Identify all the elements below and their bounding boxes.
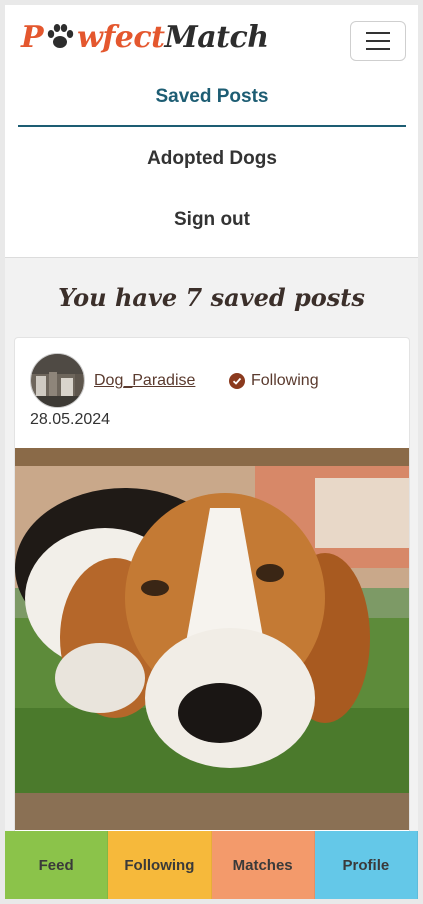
nav-item-sign-out[interactable]: Sign out [18, 191, 406, 249]
saved-posts-heading: You have 7 saved posts [58, 283, 365, 312]
post-date: 28.05.2024 [30, 411, 111, 428]
tab-following[interactable]: Following [108, 831, 212, 899]
tab-feed[interactable]: Feed [5, 831, 109, 899]
check-circle-icon [229, 373, 245, 389]
hamburger-menu-button[interactable] [350, 21, 406, 61]
post-card: Dog_Paradise Following 28.05.2024 [14, 337, 410, 899]
hamburger-line [366, 40, 390, 42]
app-frame: P wfect Match Saved Posts Adopted Dogs S… [5, 5, 418, 899]
hamburger-line [366, 48, 390, 50]
navbar: P wfect Match Saved Posts Adopted Dogs S… [5, 5, 418, 258]
following-status[interactable]: Following [229, 372, 319, 390]
tab-matches[interactable]: Matches [211, 831, 315, 899]
hamburger-line [366, 32, 390, 34]
nav-item-adopted-dogs[interactable]: Adopted Dogs [18, 130, 406, 188]
logo-text-match: Match [164, 19, 270, 55]
avatar-image [31, 354, 84, 407]
paw-icon [47, 24, 74, 48]
nav-item-saved-posts[interactable]: Saved Posts [18, 69, 406, 127]
brand-logo[interactable]: P wfect Match [21, 17, 269, 57]
post-username-link[interactable]: Dog_Paradise [94, 372, 195, 390]
avatar[interactable] [30, 353, 85, 408]
following-label: Following [251, 372, 319, 389]
logo-text-wfect: wfect [77, 19, 165, 55]
tab-profile[interactable]: Profile [314, 831, 418, 899]
bottom-navigation: Feed Following Matches Profile [5, 831, 418, 899]
post-dog-photo[interactable] [15, 448, 410, 830]
logo-letter-p: P [21, 19, 44, 55]
